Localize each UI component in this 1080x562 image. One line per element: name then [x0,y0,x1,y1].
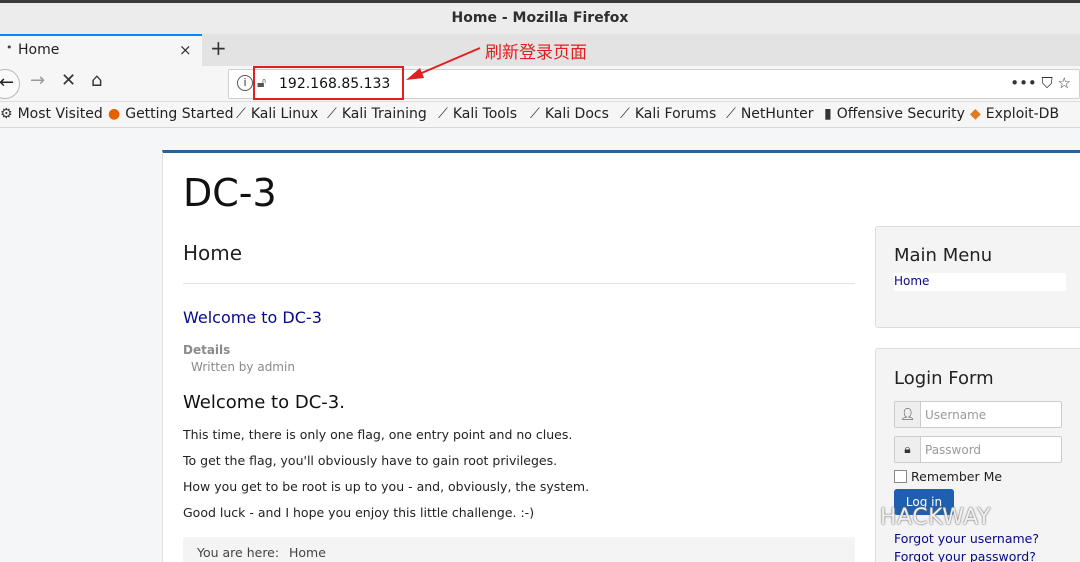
tab-label: Home [18,42,60,58]
remember-me-label: Remember Me [911,469,1003,484]
article-paragraph: Good luck - and I hope you enjoy this li… [183,505,535,520]
user-icon: 👤︎ [895,402,921,427]
info-icon[interactable]: i [237,75,253,91]
tab-loading-icon: • [6,41,13,54]
bookmarks-toolbar: ⚙ Most Visited ● Getting Started ⟋ Kali Lin… [0,102,1080,128]
exploitdb-icon: ◆ [970,106,981,122]
tab-home[interactable]: • Home × [0,34,202,66]
web-page: DC-3 Home Welcome to DC-3 Details Writte… [0,128,1080,562]
window-title: Home - Mozilla Firefox [451,10,629,26]
kali-dragon-icon: ⟋ [530,106,540,122]
title-bar: Home - Mozilla Firefox [0,0,1080,34]
username-input[interactable] [925,405,1055,424]
menu-item-label: Home [894,274,930,288]
menu-item-home[interactable]: Home [894,273,1066,291]
bookmark-nethunter[interactable]: ⟋ NetHunter [726,106,814,122]
page-heading: Home [183,241,243,265]
bookmark-exploit-db[interactable]: ◆ Exploit-DB [970,106,1059,122]
forgot-password-link[interactable]: Forgot your password? [894,549,1036,562]
watermark: HACKWAY [880,505,992,530]
offsec-icon: ▮ [824,106,832,122]
home-button[interactable]: ⌂ [91,70,102,91]
kali-dragon-icon: ⟋ [620,106,630,122]
password-field[interactable]: 🔒︎ [894,436,1062,463]
site-title[interactable]: DC-3 [183,171,277,215]
password-input[interactable] [925,440,1055,459]
tab-close-icon[interactable]: × [179,41,192,59]
kali-dragon-icon: ⟋ [438,106,448,122]
main-menu-module: Main Menu Home [875,226,1080,328]
breadcrumb-current: Home [289,545,326,560]
gear-icon: ⚙ [0,106,13,122]
bookmark-kali-training[interactable]: ⟋ Kali Training [327,106,427,122]
forward-button[interactable]: → [30,70,45,91]
bookmark-kali-tools[interactable]: ⟋ Kali Tools [438,106,517,122]
firefox-icon: ● [108,106,121,122]
kali-dragon-icon: ⟋ [236,106,246,122]
article-title-link[interactable]: Welcome to DC-3 [183,308,322,327]
bookmark-kali-forums[interactable]: ⟋ Kali Forums [620,106,716,122]
back-arrow-icon: ← [0,72,15,93]
username-field[interactable]: 👤︎ [894,401,1062,428]
remember-me[interactable]: Remember Me [894,469,1002,484]
annotation-arrow-icon [406,47,481,80]
kali-dragon-icon: ⟋ [726,106,736,122]
article-paragraph: To get the flag, you'll obviously have t… [183,453,558,468]
author-info: Written by admin [191,360,295,374]
annotation-text: 刷新登录页面 [485,43,587,63]
bookmark-most-visited[interactable]: ⚙ Most Visited [0,106,103,122]
divider [183,283,855,284]
stop-button[interactable]: ✕ [61,70,76,91]
navigation-bar: ← → ✕ ⌂ i 🔓︎ 192.168.85.133 ••• ⛉ ☆ [0,66,1080,102]
new-tab-button[interactable]: + [210,36,227,60]
bookmark-getting-started[interactable]: ● Getting Started [108,106,233,122]
article-paragraph: This time, there is only one flag, one e… [183,427,573,442]
breadcrumb: You are here: Home [183,537,855,562]
bookmark-offensive-security[interactable]: ▮ Offensive Security [824,106,965,122]
bookmark-kali-linux[interactable]: ⟋ Kali Linux [236,106,318,122]
main-menu-title: Main Menu [894,245,993,266]
kali-dragon-icon: ⟋ [327,106,337,122]
page-actions-menu[interactable]: ••• ⛉ ☆ [1010,74,1071,92]
article-heading: Welcome to DC-3. [183,392,345,413]
article-paragraph: How you get to be root is up to you - an… [183,479,590,494]
firefox-window: Home - Mozilla Firefox • Home × + ← → ✕ … [0,0,1080,562]
bookmark-kali-docs[interactable]: ⟋ Kali Docs [530,106,609,122]
details-label: Details [183,343,231,357]
annotation-highlight-box [253,66,404,100]
forgot-username-link[interactable]: Forgot your username? [894,531,1039,546]
remember-me-checkbox[interactable] [894,470,907,483]
breadcrumb-label: You are here: [197,545,280,560]
back-button[interactable]: ← [0,69,20,99]
lock-icon: 🔒︎ [895,437,921,462]
login-form-title: Login Form [894,368,994,389]
